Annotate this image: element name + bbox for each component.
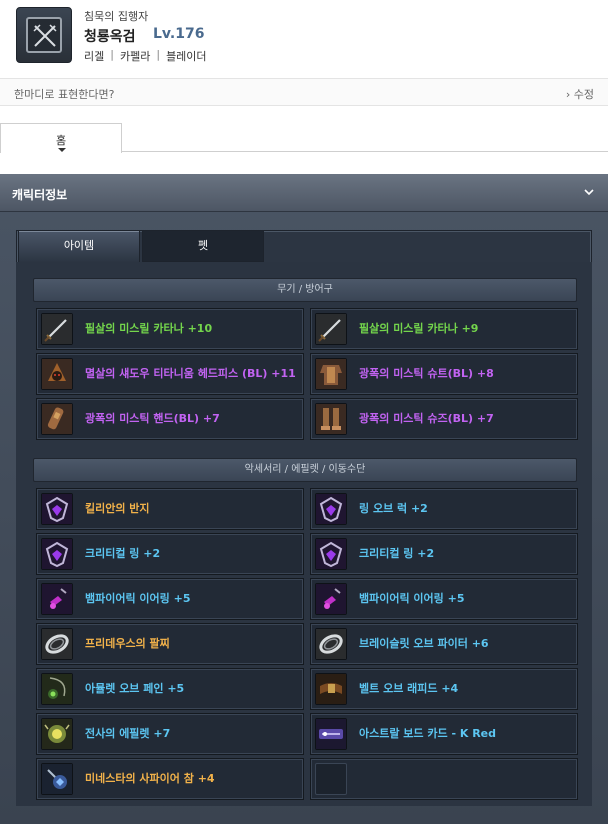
tab-pet[interactable]: 펫 [142, 230, 264, 262]
item-name: 링 오브 럭 +2 [359, 502, 428, 515]
character-level: Lv.176 [153, 26, 205, 42]
character-info-panel: 캐릭터정보 무기 / 방어구 필살의 미스릴 카타나 +10 필살의 미스릴 카타… [0, 174, 608, 824]
caret-down-icon [58, 148, 66, 152]
crossed-swords-icon [26, 17, 62, 53]
section-weapon-armor: 무기 / 방어구 [33, 278, 577, 302]
item-name: 킬리안의 반지 [85, 502, 150, 515]
item-content: 무기 / 방어구 필살의 미스릴 카타나 +10 필살의 미스릴 카타나 +9 멸살… [16, 262, 592, 806]
item-name: 크리티컬 링 +2 [85, 547, 161, 560]
server-name: 리겔 [84, 50, 105, 63]
ring-icon [41, 493, 73, 525]
empty-slot-frame [315, 763, 347, 795]
ring-icon [41, 538, 73, 570]
item-slot[interactable]: 뱀파이어릭 이어링 +5 [310, 578, 578, 620]
item-name: 광폭의 미스틱 슈트(BL) +8 [359, 367, 494, 380]
item-name: 필살의 미스릴 카타나 +9 [359, 322, 479, 335]
edit-comment-link[interactable]: › 수정 [566, 86, 594, 102]
item-slot[interactable]: 필살의 미스릴 카타나 +9 [310, 308, 578, 350]
ring-icon [315, 493, 347, 525]
charm-icon [41, 763, 73, 795]
item-slot[interactable]: 브레이슬릿 오브 파이터 +6 [310, 623, 578, 665]
class-name: 블레이더 [166, 50, 207, 63]
bracelet-icon [315, 628, 347, 660]
meta-separator: | [156, 48, 161, 61]
comment-placeholder[interactable]: 한마디로 표현한다면? [14, 86, 114, 102]
chevron-down-icon[interactable] [584, 187, 594, 197]
item-slot[interactable]: 뱀파이어릭 이어링 +5 [36, 578, 304, 620]
panel-header[interactable]: 캐릭터정보 [0, 174, 608, 212]
item-name: 멸살의 섀도우 티타니움 헤드피스 (BL) +11 [85, 367, 296, 380]
shoes-icon [315, 403, 347, 435]
item-name: 아뮬렛 오브 페인 +5 [85, 682, 185, 695]
suit-icon [315, 358, 347, 390]
item-slot[interactable]: 프리데우스의 팔찌 [36, 623, 304, 665]
profile-header: 침묵의 집행자 청룡옥검 Lv.176 리겔 | 카펠라 | 블레이더 [0, 0, 608, 78]
item-name: 광폭의 미스틱 핸드(BL) +7 [85, 412, 220, 425]
earring-icon [315, 583, 347, 615]
item-slot[interactable]: 크리티컬 링 +2 [36, 533, 304, 575]
earring-icon [41, 583, 73, 615]
guild-name[interactable]: 침묵의 집행자 [84, 8, 148, 24]
epaulet-icon [41, 718, 73, 750]
meta-separator: | [110, 48, 114, 61]
item-slot[interactable]: 링 오브 럭 +2 [310, 488, 578, 530]
item-slot[interactable]: 킬리안의 반지 [36, 488, 304, 530]
item-slot[interactable]: 전사의 에필렛 +7 [36, 713, 304, 755]
main-tabbar: 홈 [0, 123, 608, 153]
item-slot[interactable]: 아스트랄 보드 카드 - K Red [310, 713, 578, 755]
item-name: 필살의 미스릴 카타나 +10 [85, 322, 213, 335]
item-slot[interactable]: 필살의 미스릴 카타나 +10 [36, 308, 304, 350]
item-name: 전사의 에필렛 +7 [85, 727, 171, 740]
tab-home[interactable]: 홈 [0, 123, 122, 153]
tab-home-label: 홈 [55, 134, 67, 147]
item-name: 뱀파이어릭 이어링 +5 [359, 592, 465, 605]
item-name: 광폭의 미스틱 슈즈(BL) +7 [359, 412, 494, 425]
item-name: 크리티컬 링 +2 [359, 547, 435, 560]
hand-icon [41, 403, 73, 435]
item-slot[interactable]: 광폭의 미스틱 슈트(BL) +8 [310, 353, 578, 395]
belt-icon [315, 673, 347, 705]
item-slot[interactable]: 아뮬렛 오브 페인 +5 [36, 668, 304, 710]
character-meta: 리겔 | 카펠라 | 블레이더 [84, 48, 207, 64]
katana-icon [41, 313, 73, 345]
panel-title: 캐릭터정보 [12, 188, 68, 202]
item-slot[interactable]: 멸살의 섀도우 티타니움 헤드피스 (BL) +11 [36, 353, 304, 395]
character-page: 침묵의 집행자 청룡옥검 Lv.176 리겔 | 카펠라 | 블레이더 한마디로… [0, 0, 608, 824]
item-slot[interactable]: 크리티컬 링 +2 [310, 533, 578, 575]
katana-icon [315, 313, 347, 345]
item-name: 뱀파이어릭 이어링 +5 [85, 592, 191, 605]
item-slot[interactable]: 광폭의 미스틱 핸드(BL) +7 [36, 398, 304, 440]
comment-bar: 한마디로 표현한다면? › 수정 [0, 78, 608, 106]
section-accessories: 악세서리 / 에필렛 / 이동수단 [33, 458, 577, 482]
world-name: 카펠라 [119, 50, 151, 63]
tab-items[interactable]: 아이템 [18, 230, 140, 262]
item-name: 브레이슬릿 오브 파이터 +6 [359, 637, 489, 650]
character-name: 청룡옥검 [84, 29, 136, 45]
ring-icon [315, 538, 347, 570]
item-name: 프리데우스의 팔찌 [85, 637, 170, 650]
item-name: 벨트 오브 래피드 +4 [359, 682, 459, 695]
item-slot[interactable]: 광폭의 미스틱 슈즈(BL) +7 [310, 398, 578, 440]
board-card-icon [315, 718, 347, 750]
item-slot[interactable]: 벨트 오브 래피드 +4 [310, 668, 578, 710]
empty-item-slot [310, 758, 578, 800]
amulet-icon [41, 673, 73, 705]
class-emblem [16, 7, 72, 63]
headpiece-icon [41, 358, 73, 390]
item-name: 아스트랄 보드 카드 - K Red [359, 727, 497, 740]
item-slot[interactable]: 미네스타의 사파이어 참 +4 [36, 758, 304, 800]
item-name: 미네스타의 사파이어 참 +4 [85, 772, 215, 785]
bracelet-icon [41, 628, 73, 660]
